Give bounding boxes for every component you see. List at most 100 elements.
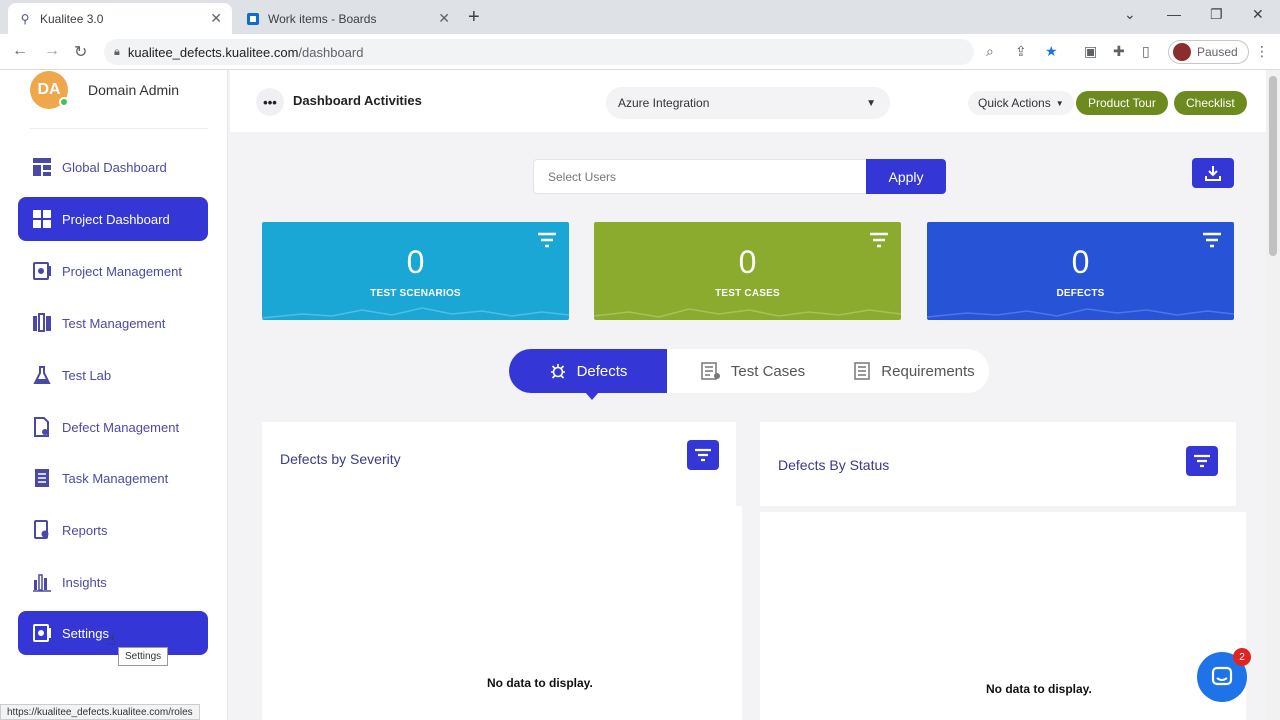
- browser-menu-icon[interactable]: ⋮: [1255, 43, 1269, 60]
- test-management-icon: [32, 313, 52, 333]
- browser-tab-bar: ⚲ Kualitee 3.0 ✕ Work items - Boards ✕ +…: [0, 0, 1280, 34]
- caret-down-icon: ▼: [866, 97, 876, 109]
- sidebar-item-label: Reports: [62, 522, 108, 538]
- online-status-dot: [59, 97, 69, 107]
- stat-label: TEST CASES: [715, 288, 780, 299]
- test-cases-icon: [701, 362, 721, 380]
- browser-tab-title: Work items - Boards: [268, 11, 377, 26]
- page-header: ••• Dashboard Activities Azure Integrati…: [230, 70, 1266, 132]
- sidebar-item-label: Global Dashboard: [62, 159, 167, 175]
- project-select[interactable]: Azure Integration ▼: [606, 87, 890, 119]
- panel-defects-by-status-body: No data to display.: [760, 512, 1246, 720]
- caret-down-icon: ▼: [1055, 98, 1064, 108]
- sidebar-item-insights[interactable]: Insights: [18, 560, 208, 604]
- browser-tab-title: Kualitee 3.0: [40, 11, 104, 26]
- forward-arrow-icon[interactable]: →: [44, 42, 60, 60]
- restore-icon[interactable]: ❐: [1210, 6, 1223, 23]
- page-scrollbar[interactable]: [1266, 70, 1280, 720]
- minimize-icon[interactable]: —: [1167, 6, 1181, 22]
- tab-label: Requirements: [881, 362, 975, 380]
- panel-defects-by-severity-header: Defects by Severity: [262, 422, 736, 506]
- sidebar-item-defect-management[interactable]: Defect Management: [18, 405, 208, 449]
- checklist-button[interactable]: Checklist: [1174, 91, 1247, 115]
- media-icon[interactable]: ▣: [1084, 43, 1097, 60]
- avatar-initials: DA: [37, 81, 61, 98]
- reports-icon: [32, 520, 52, 540]
- sidebar-item-label: Defect Management: [62, 419, 180, 435]
- more-options-icon[interactable]: •••: [256, 88, 284, 116]
- panel-title: Defects by Severity: [280, 451, 401, 467]
- project-select-value: Azure Integration: [618, 96, 710, 110]
- chart-tabs: Defects Test Cases Requirements: [509, 349, 989, 393]
- side-panel-icon[interactable]: ▯: [1142, 43, 1150, 60]
- user-profile[interactable]: DA Domain Admin: [30, 70, 179, 110]
- profile-paused-button[interactable]: Paused: [1168, 40, 1249, 64]
- filter-button[interactable]: [687, 440, 719, 470]
- status-bar-url: https://kualitee_defects.kualitee.com/ro…: [0, 704, 200, 720]
- filter-icon: [695, 448, 711, 462]
- sidebar-item-label: Settings: [62, 625, 109, 641]
- zoom-search-icon[interactable]: ⌕: [986, 43, 994, 60]
- settings-icon: [32, 623, 52, 643]
- sidebar-item-reports[interactable]: Reports: [18, 508, 208, 552]
- product-tour-button[interactable]: Product Tour: [1076, 91, 1168, 115]
- hand-cursor-icon: ☝: [106, 632, 116, 649]
- url-host: kualitee_defects.kualitee.com: [127, 44, 299, 60]
- browser-tab-kualitee[interactable]: ⚲ Kualitee 3.0 ✕: [8, 3, 232, 34]
- download-button[interactable]: [1192, 158, 1234, 188]
- filter-button[interactable]: [1186, 446, 1218, 476]
- settings-tooltip: Settings: [118, 647, 169, 666]
- browser-tab-work-items[interactable]: Work items - Boards ✕: [236, 3, 460, 34]
- stat-card-test-scenarios[interactable]: 0 TEST SCENARIOS: [262, 222, 569, 320]
- lock-icon: 🔒︎: [114, 45, 120, 58]
- avatar: DA: [30, 71, 69, 109]
- tab-label: Test Cases: [730, 362, 806, 380]
- extensions-puzzle-icon[interactable]: ✚: [1113, 43, 1125, 60]
- download-icon: [1205, 166, 1221, 181]
- tab-search-chevron-icon[interactable]: ⌄: [1124, 6, 1136, 23]
- bookmark-star-icon[interactable]: ★: [1045, 43, 1058, 60]
- stat-card-test-cases[interactable]: 0 TEST CASES: [594, 222, 901, 320]
- tab-label: Defects: [576, 362, 628, 380]
- sidebar-item-test-management[interactable]: Test Management: [18, 301, 208, 345]
- dashboard-grid-icon: [32, 157, 52, 177]
- sidebar-item-test-lab[interactable]: Test Lab: [18, 353, 208, 397]
- scrollbar-thumb[interactable]: [1269, 76, 1277, 256]
- stat-label: DEFECTS: [1056, 288, 1105, 299]
- sidebar-item-label: Project Dashboard: [62, 211, 170, 227]
- apply-button[interactable]: Apply: [866, 159, 946, 194]
- tab-requirements[interactable]: Requirements: [839, 349, 989, 393]
- dashboard-tiles-icon: [32, 209, 52, 229]
- sidebar-item-task-management[interactable]: Task Management: [18, 456, 208, 500]
- stat-card-defects[interactable]: 0 DEFECTS: [927, 222, 1234, 320]
- page-title: Dashboard Activities: [293, 93, 422, 108]
- stat-label: TEST SCENARIOS: [370, 288, 461, 299]
- close-tab-icon[interactable]: ✕: [210, 10, 222, 27]
- sidebar-item-global-dashboard[interactable]: Global Dashboard: [18, 145, 208, 189]
- reload-icon[interactable]: ↻: [74, 42, 87, 62]
- back-arrow-icon[interactable]: ←: [12, 42, 28, 60]
- task-management-icon: [32, 468, 52, 488]
- requirements-icon: [853, 362, 871, 380]
- sidebar-item-project-dashboard[interactable]: Project Dashboard: [18, 197, 208, 241]
- window-close-icon[interactable]: ✕: [1252, 6, 1264, 23]
- url-field[interactable]: 🔒︎ kualitee_defects.kualitee.com/dashboa…: [104, 39, 974, 65]
- address-bar: ← → ↻ 🔒︎ kualitee_defects.kualitee.com/d…: [0, 34, 1280, 70]
- share-icon[interactable]: ⇪: [1015, 43, 1027, 60]
- quick-actions-button[interactable]: Quick Actions ▼: [968, 91, 1074, 115]
- tab-defects[interactable]: Defects: [509, 349, 667, 393]
- tab-test-cases[interactable]: Test Cases: [679, 349, 827, 393]
- bar-chart-icon: [32, 572, 52, 592]
- quick-actions-label: Quick Actions: [978, 96, 1051, 110]
- chat-launcher-button[interactable]: 2: [1197, 648, 1251, 702]
- sidebar-item-project-management[interactable]: Project Management: [18, 249, 208, 293]
- kualitee-favicon-icon: ⚲: [20, 11, 30, 26]
- panel-defects-by-status-header: Defects By Status: [760, 422, 1236, 506]
- new-tab-icon[interactable]: +: [468, 6, 480, 29]
- stat-value: 0: [738, 244, 757, 280]
- active-tab-indicator: [585, 392, 599, 400]
- no-data-message: No data to display.: [487, 676, 593, 690]
- close-tab-icon[interactable]: ✕: [438, 10, 450, 27]
- user-name: Domain Admin: [88, 82, 180, 98]
- select-users-input[interactable]: Select Users: [533, 159, 867, 194]
